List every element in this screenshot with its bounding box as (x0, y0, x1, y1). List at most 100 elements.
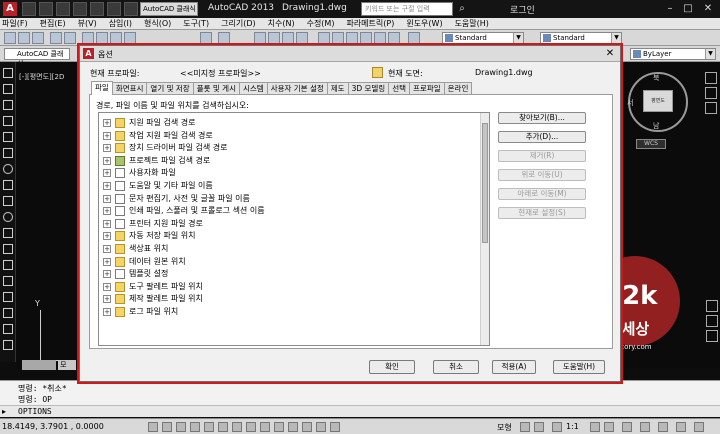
pan-icon[interactable] (705, 87, 717, 99)
zoom-icon[interactable] (705, 102, 717, 114)
menu-item[interactable]: 편집(E) (40, 18, 66, 29)
gradient-icon[interactable] (3, 308, 13, 318)
expand-icon[interactable]: + (103, 156, 111, 165)
menu-item[interactable]: 파라메트릭(P) (346, 18, 394, 29)
viewcube-west[interactable]: 서 (627, 98, 633, 108)
browse-button[interactable]: 찾아보기(B)... (498, 112, 586, 124)
expand-icon[interactable]: + (103, 131, 111, 140)
print-icon[interactable] (50, 32, 62, 44)
open-icon[interactable] (18, 32, 30, 44)
make-block-icon[interactable] (3, 260, 13, 270)
selection-cycling-icon[interactable] (330, 422, 340, 432)
workspace-combo[interactable]: AutoCAD 클래식 (4, 48, 70, 68)
expand-icon[interactable]: + (103, 194, 111, 203)
dynamic-input-icon[interactable] (274, 422, 284, 432)
expand-icon[interactable]: + (103, 257, 111, 266)
expand-icon[interactable]: + (103, 219, 111, 228)
revision-cloud-icon[interactable] (3, 180, 13, 190)
add-button[interactable]: 추가(D)... (498, 131, 586, 143)
search-path-tree[interactable]: + 지원 파일 검색 경로 + 작업 지원 파일 검색 경로 + 장치 드라이버 파일 검… (98, 112, 490, 346)
command-line[interactable]: ▸ OPTIONS (0, 405, 720, 417)
undo-icon[interactable] (107, 2, 121, 16)
maximize-icon[interactable]: □ (680, 2, 696, 16)
save-icon[interactable] (32, 32, 44, 44)
object-snap-icon[interactable] (218, 422, 228, 432)
spline-icon[interactable] (3, 196, 13, 206)
expand-icon[interactable]: + (103, 232, 111, 241)
apply-button[interactable]: 적용(A) (492, 360, 536, 374)
menu-item[interactable]: 수정(M) (307, 18, 335, 29)
line-icon[interactable] (3, 68, 13, 78)
quick-view-layouts-icon[interactable] (520, 422, 530, 432)
open-file-icon[interactable] (39, 2, 53, 16)
menu-item[interactable]: 뷰(V) (78, 18, 97, 29)
quick-view-drawings-icon[interactable] (534, 422, 544, 432)
menu-item[interactable]: 도구(T) (183, 18, 209, 29)
infer-constraints-icon[interactable] (148, 422, 158, 432)
construction-line-icon[interactable] (3, 84, 13, 94)
dialog-title-bar[interactable]: A 옵션 ✕ (80, 46, 620, 62)
move-up-button[interactable]: 위로 이동(U) (498, 169, 586, 181)
ortho-mode-icon[interactable] (190, 422, 200, 432)
expand-icon[interactable]: + (103, 295, 111, 304)
explode-icon[interactable] (706, 330, 718, 342)
hatch-icon[interactable] (3, 292, 13, 302)
tab-0[interactable]: 파일 (91, 81, 113, 95)
ok-button[interactable]: 확인 (369, 360, 415, 374)
tab-model[interactable]: 모 (58, 360, 76, 370)
steering-wheel-icon[interactable] (705, 72, 717, 84)
viewport-controls[interactable]: [-][평면도][2D (19, 72, 64, 82)
close-icon[interactable]: ✕ (604, 48, 616, 60)
set-current-button[interactable]: 현재로 설정(S) (498, 207, 586, 219)
orbit-icon[interactable] (706, 300, 718, 312)
tree-scrollbar[interactable] (480, 113, 489, 345)
expand-icon[interactable]: + (103, 207, 111, 216)
linetype-select[interactable]: ByLayer ▼ (630, 48, 716, 60)
menu-item[interactable]: 도움말(H) (455, 18, 489, 29)
transparency-icon[interactable] (302, 422, 312, 432)
expand-icon[interactable]: + (103, 282, 111, 291)
hardware-acceleration-icon[interactable] (658, 422, 668, 432)
menu-item[interactable]: 치수(N) (268, 18, 295, 29)
save-as-icon[interactable] (73, 2, 87, 16)
new-file-icon[interactable] (22, 2, 36, 16)
menu-item[interactable]: 윈도우(W) (406, 18, 442, 29)
close-icon[interactable]: ✕ (700, 2, 716, 16)
workspace-select[interactable]: AutoCAD 클래식 (140, 2, 198, 16)
menu-item[interactable]: 형식(O) (144, 18, 171, 29)
viewcube-south[interactable]: 남 (653, 121, 659, 131)
region-icon[interactable] (3, 324, 13, 334)
point-icon[interactable] (3, 276, 13, 286)
snap-mode-icon[interactable] (162, 422, 172, 432)
menu-item[interactable]: 파일(F) (2, 18, 28, 29)
menu-item[interactable]: 그리기(D) (221, 18, 255, 29)
plot-icon[interactable] (90, 2, 104, 16)
autocad-logo-icon[interactable]: A (3, 2, 17, 16)
polygon-icon[interactable] (3, 116, 13, 126)
search-input[interactable]: 키워드 또는 구절 입력 (361, 2, 453, 16)
rectangle-icon[interactable] (3, 132, 13, 142)
arc-icon[interactable] (3, 148, 13, 158)
binoculars-icon[interactable]: ⌕ (455, 2, 469, 16)
minimize-icon[interactable]: – (662, 2, 678, 16)
new-icon[interactable] (4, 32, 16, 44)
chevron-down-icon[interactable]: ▼ (611, 33, 621, 43)
table-icon[interactable] (3, 340, 13, 350)
expand-icon[interactable]: + (103, 245, 111, 253)
isolate-objects-icon[interactable] (676, 422, 686, 432)
help-button[interactable]: 도움말(H) (553, 360, 605, 374)
polar-tracking-icon[interactable] (204, 422, 214, 432)
insert-block-icon[interactable] (3, 244, 13, 254)
ellipse-icon[interactable] (3, 212, 13, 222)
expand-icon[interactable]: + (103, 119, 111, 127)
redo-icon[interactable] (124, 2, 138, 16)
chevron-down-icon[interactable]: ▼ (705, 49, 715, 59)
viewcube-north[interactable]: 북 (653, 73, 659, 83)
login-link[interactable]: 로그인 (510, 3, 535, 16)
lock-icon[interactable] (640, 422, 650, 432)
polyline-icon[interactable] (3, 100, 13, 110)
annotation-scale-value[interactable]: 1:1 (566, 422, 579, 431)
remove-button[interactable]: 제거(R) (498, 150, 586, 162)
expand-icon[interactable]: + (103, 144, 111, 153)
command-input[interactable]: OPTIONS (18, 407, 52, 416)
